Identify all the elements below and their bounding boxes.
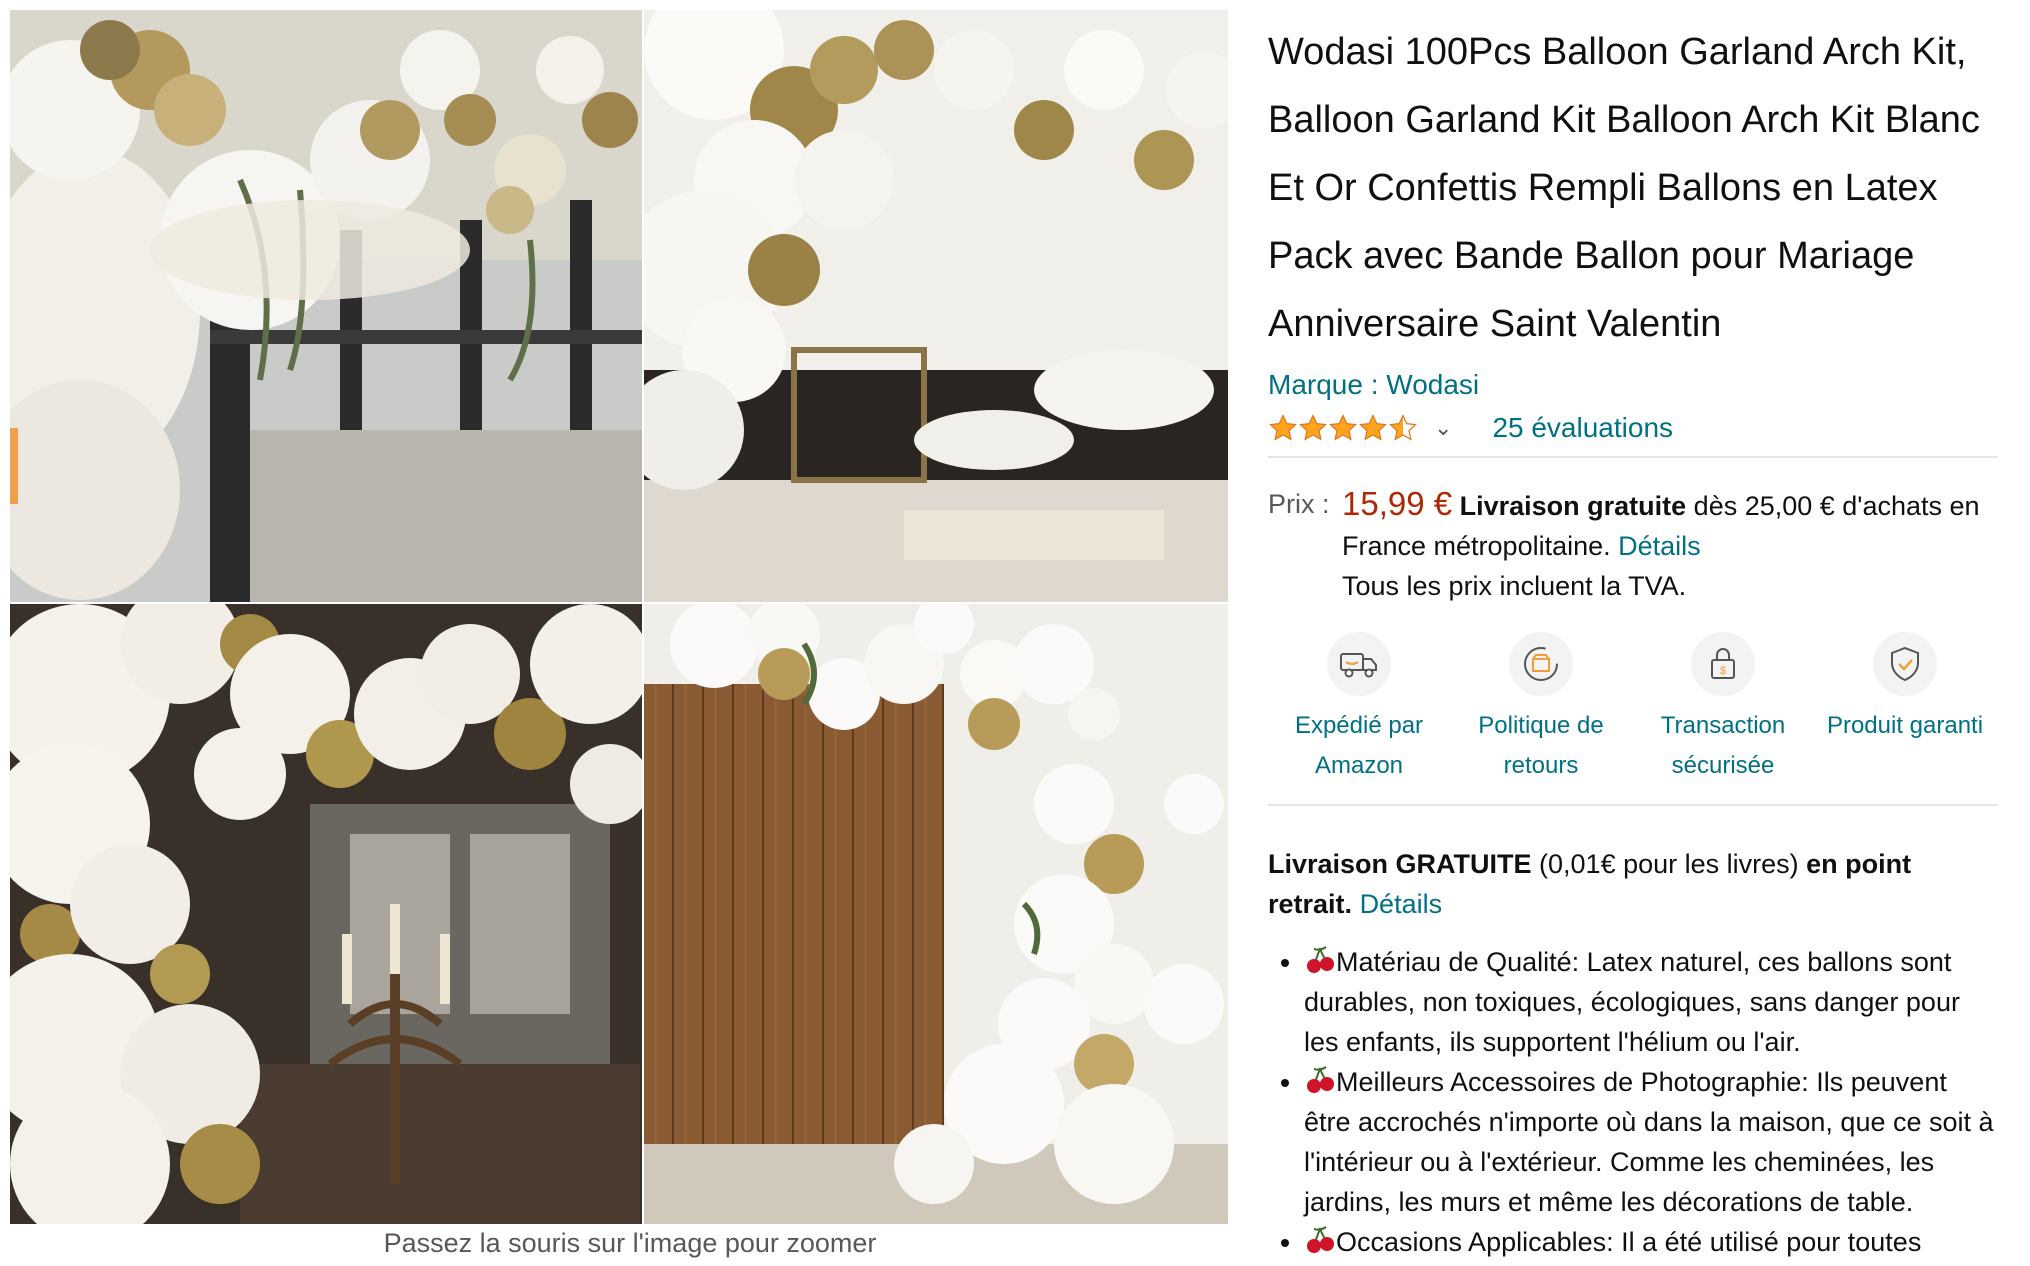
truck-icon — [1327, 632, 1391, 696]
badge-shipped-by-amazon[interactable]: Expédié par Amazon — [1268, 632, 1450, 786]
star-full-icon — [1269, 414, 1297, 441]
list-item: Meilleurs Accessoires de Photographie: I… — [1304, 1062, 1998, 1222]
star-full-icon — [1329, 414, 1357, 441]
product-image-gallery[interactable] — [10, 10, 1228, 1224]
list-item: Matériau de Qualité: Latex naturel, ces … — [1304, 942, 1998, 1062]
divider — [1268, 456, 1998, 458]
divider — [1268, 804, 1998, 806]
chevron-down-icon[interactable]: ⌄ — [1434, 415, 1452, 441]
product-photo-window-arch[interactable] — [10, 10, 642, 602]
bullet-text: Meilleurs Accessoires de Photographie: I… — [1304, 1067, 1994, 1217]
bullet-text: Matériau de Qualité: Latex naturel, ces … — [1304, 947, 1960, 1057]
star-full-icon — [1299, 414, 1327, 441]
shipping-details-link[interactable]: Détails — [1618, 531, 1701, 561]
svg-text:$: $ — [1720, 665, 1726, 677]
delivery-free-label: Livraison GRATUITE — [1268, 849, 1532, 879]
product-info: Wodasi 100Pcs Balloon Garland Arch Kit, … — [1268, 18, 1998, 1262]
badge-return-policy[interactable]: Politique de retours — [1450, 632, 1632, 786]
zoom-hint: Passez la souris sur l'image pour zoomer — [383, 1228, 877, 1258]
cherry-icon — [1304, 1065, 1336, 1095]
delivery-details-link[interactable]: Détails — [1360, 889, 1443, 919]
price-label: Prix : — [1268, 489, 1330, 519]
cherry-icon — [1304, 1225, 1336, 1255]
delivery-info: Livraison GRATUITE (0,01€ pour les livre… — [1268, 844, 1998, 924]
product-title: Wodasi 100Pcs Balloon Garland Arch Kit, … — [1268, 31, 1980, 345]
badge-label: Produit garanti — [1826, 712, 1984, 739]
brand-line: Marque : Wodasi — [1268, 366, 1998, 404]
brand-link[interactable]: Marque : Wodasi — [1268, 369, 1479, 400]
reviews-link[interactable]: 25 évaluations — [1492, 412, 1673, 444]
trust-badges: Expédié par Amazon Politique de retours … — [1268, 632, 1998, 786]
shield-icon — [1873, 632, 1937, 696]
product-page: Passez la souris sur l'image pour zoomer… — [0, 0, 2030, 1266]
badge-secure-transaction[interactable]: $ Transaction sécurisée — [1632, 632, 1814, 786]
badge-label: Expédié par Amazon — [1294, 712, 1424, 779]
return-box-icon — [1509, 632, 1573, 696]
tax-note: Tous les prix incluent la TVA. — [1342, 571, 1687, 601]
product-photo-candelabra-arch[interactable] — [10, 604, 642, 1224]
bullet-text: Occasions Applicables: Il a été utilisé … — [1336, 1227, 1922, 1257]
star-half-icon — [1389, 414, 1417, 441]
lock-icon: $ — [1691, 632, 1755, 696]
feature-bullets: Matériau de Qualité: Latex naturel, ces … — [1268, 942, 1998, 1262]
product-photo-table-arch[interactable] — [644, 10, 1228, 602]
free-shipping-label: Livraison gratuite — [1459, 491, 1687, 521]
badge-label: Politique de retours — [1478, 712, 1604, 779]
gallery-accent-mark — [10, 428, 18, 504]
list-item: Occasions Applicables: Il a été utilisé … — [1304, 1222, 1998, 1262]
price-value: 15,99 € — [1342, 485, 1453, 522]
delivery-text: (0,01€ pour les livres) — [1531, 849, 1807, 879]
price-block: Prix : 15,99 € Livraison gratuite dès 25… — [1268, 484, 1998, 606]
badge-label: Transaction sécurisée — [1660, 712, 1786, 779]
cherry-icon — [1304, 945, 1336, 975]
star-full-icon — [1359, 414, 1387, 441]
rating-row: ⌄ 25 évaluations — [1268, 406, 1998, 450]
product-photo-wood-backdrop[interactable] — [644, 604, 1228, 1224]
badge-guaranteed-product[interactable]: Produit garanti — [1814, 632, 1996, 786]
star-rating[interactable] — [1268, 413, 1418, 443]
